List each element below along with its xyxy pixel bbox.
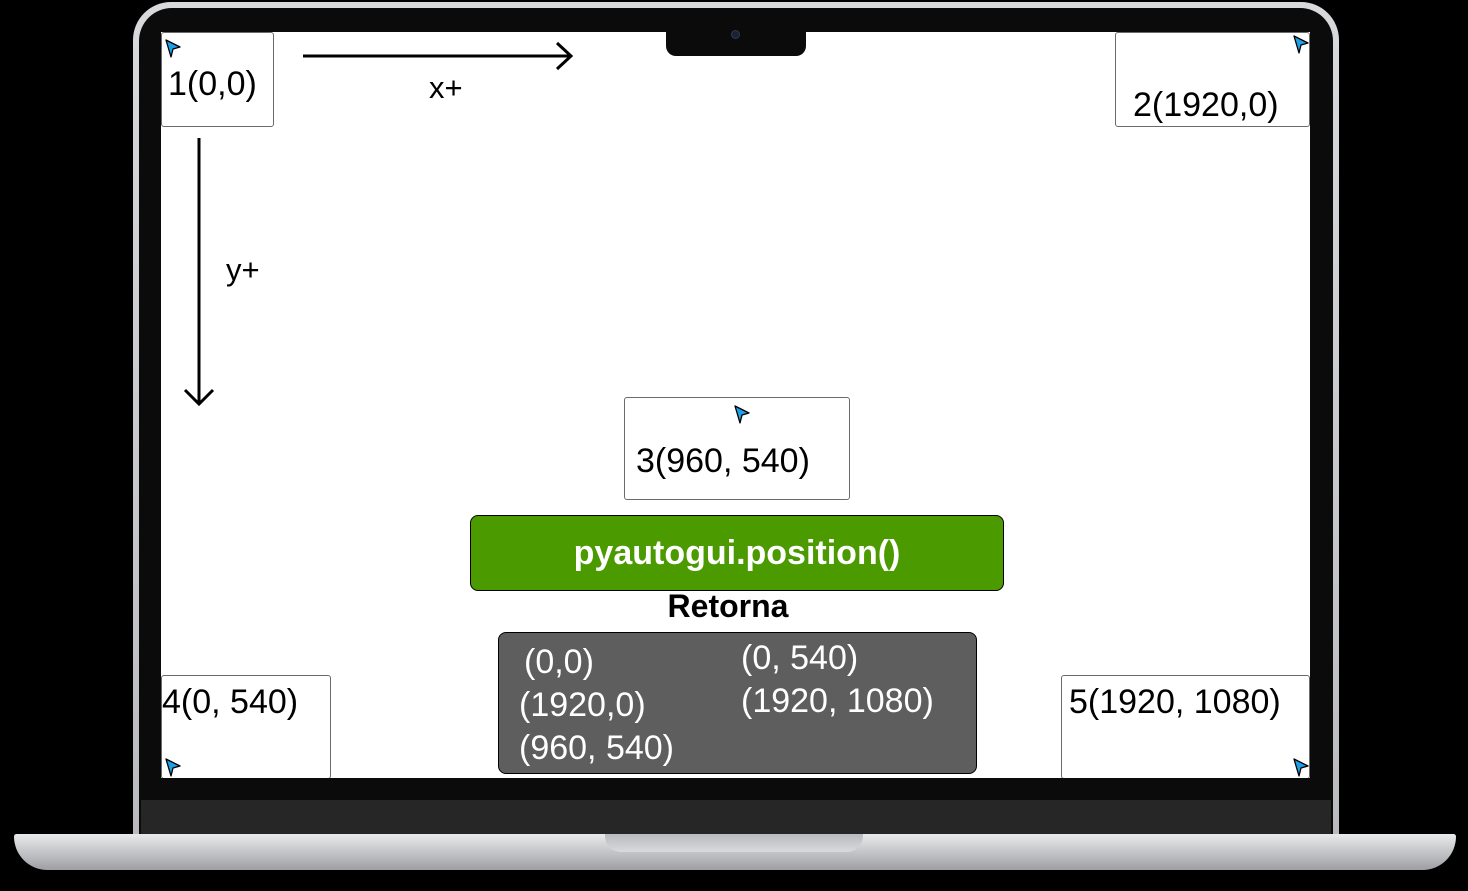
laptop-chin: [141, 800, 1331, 836]
returns-title: Retorna: [667, 588, 789, 624]
return-value: (0, 540): [741, 639, 859, 677]
point-4-box: 4(0, 540): [161, 675, 331, 778]
arrow-right-icon: [303, 41, 574, 71]
laptop-base-notch: [605, 834, 863, 852]
camera-icon: [731, 30, 740, 39]
mouse-pointer-icon: [1293, 758, 1309, 777]
function-call-box: pyautogui.position(): [470, 515, 1004, 591]
y-axis-label: y+: [226, 252, 260, 287]
point-3-label: 3(960, 540): [636, 442, 810, 480]
returns-box: (0,0) (1920,0) (960, 540) (0, 540) (1920…: [498, 632, 977, 774]
mouse-pointer-icon: [165, 758, 181, 777]
point-2-label: 2(1920,0): [1133, 86, 1279, 124]
return-value: (1920,0): [519, 686, 646, 724]
point-3-box: 3(960, 540): [624, 397, 850, 500]
return-value: (0,0): [524, 643, 594, 681]
point-5-box: 5(1920, 1080): [1061, 675, 1310, 778]
point-1-label: 1(0,0): [168, 65, 257, 103]
mouse-pointer-icon: [165, 39, 181, 58]
point-5-label: 5(1920, 1080): [1069, 683, 1281, 721]
laptop-screen: 1(0,0) x+ y+ 2(1920,0) 3(960, 540) pyaut…: [161, 32, 1310, 778]
x-axis-label: x+: [429, 70, 463, 105]
point-1-box: 1(0,0): [161, 32, 274, 127]
point-4-label: 4(0, 540): [162, 683, 299, 721]
point-2-box: 2(1920,0): [1115, 32, 1310, 127]
return-value: (1920, 1080): [741, 682, 934, 720]
arrow-down-icon: [183, 138, 215, 407]
mouse-pointer-icon: [734, 405, 750, 424]
mouse-pointer-icon: [1293, 35, 1309, 54]
return-value: (960, 540): [519, 729, 674, 767]
